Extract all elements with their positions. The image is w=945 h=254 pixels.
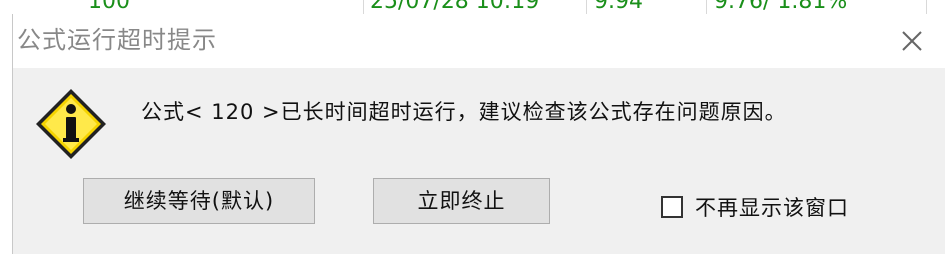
sheet-column-divider [586, 0, 587, 14]
sheet-column-divider [706, 0, 707, 14]
sheet-cell-code: 100 [88, 0, 130, 14]
dialog-message: 公式< 120 >已长时间超时运行，建议检查该公式存在问题原因。 [141, 100, 787, 124]
dont-show-again-checkbox[interactable] [661, 196, 683, 218]
sheet-cell-time: 25/07/28 10:19 [370, 0, 540, 14]
formula-timeout-dialog: 公式运行超时提示 公式< 120 >已长时间超时运行，建议检查该公式存在问题原因… [12, 14, 945, 254]
terminate-now-button[interactable]: 立即终止 [373, 178, 550, 224]
dont-show-again-label: 不再显示该窗口 [695, 196, 849, 220]
info-warning-icon [34, 87, 108, 161]
close-icon [902, 31, 922, 51]
sheet-column-divider [926, 0, 927, 14]
close-button[interactable] [891, 20, 933, 62]
sheet-cell-price: 9.94 [594, 0, 643, 14]
continue-waiting-button[interactable]: 继续等待(默认) [83, 178, 315, 224]
sheet-cell-change: 9.76/ 1.81% [714, 0, 848, 14]
sheet-column-divider [363, 0, 364, 14]
dialog-titlebar[interactable]: 公式运行超时提示 [13, 14, 945, 68]
background-sheet-row: 100 25/07/28 10:19 9.94 9.76/ 1.81% [0, 0, 945, 15]
dialog-title: 公式运行超时提示 [17, 26, 217, 54]
